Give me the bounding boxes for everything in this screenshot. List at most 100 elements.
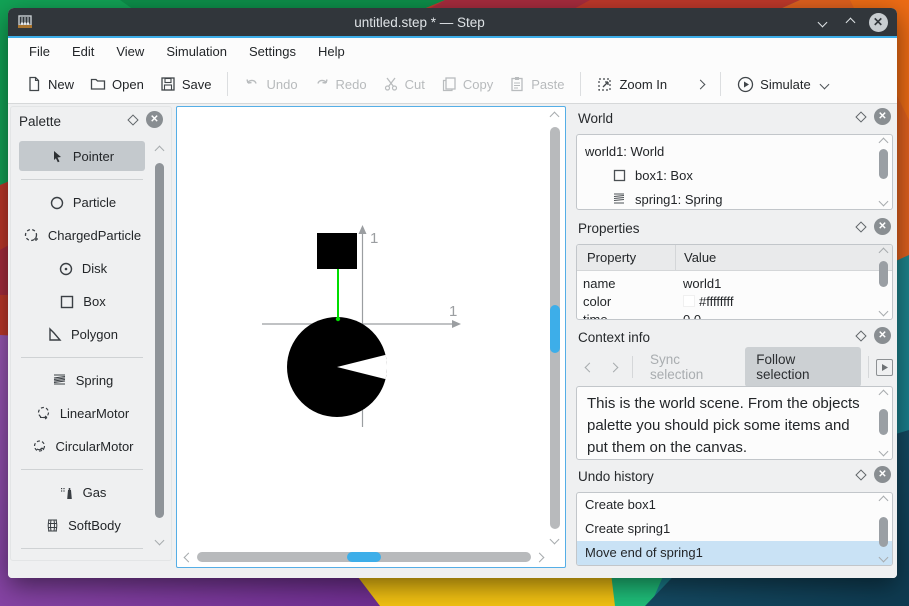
paste-button[interactable]: Paste bbox=[501, 71, 572, 97]
scroll-down-icon[interactable] bbox=[549, 534, 560, 545]
undo-item-move-end-of-spring1[interactable]: Move end of spring1 bbox=[577, 541, 892, 565]
menu-view[interactable]: View bbox=[105, 38, 155, 65]
overflow-chevron-icon bbox=[695, 79, 706, 89]
scroll-up-icon[interactable] bbox=[878, 247, 888, 258]
save-button[interactable]: Save bbox=[152, 71, 220, 97]
undo-scrollbar[interactable] bbox=[876, 495, 890, 563]
softbody-icon bbox=[43, 517, 61, 535]
tree-item-spring1[interactable]: spring1: Spring bbox=[585, 187, 892, 209]
palette-panel: Palette ✕ Pointer Particle ChargedPartic… bbox=[10, 106, 172, 561]
cut-scissors-icon bbox=[384, 77, 397, 91]
column-property[interactable]: Property bbox=[577, 250, 675, 265]
scroll-up-icon[interactable] bbox=[878, 495, 888, 506]
scroll-up-icon[interactable] bbox=[549, 111, 560, 122]
properties-close-button[interactable]: ✕ bbox=[874, 218, 891, 235]
palette-item-softbody[interactable]: SoftBody bbox=[17, 509, 147, 542]
world-scroll-thumb[interactable] bbox=[878, 149, 888, 179]
palette-item-pointer[interactable]: Pointer bbox=[19, 141, 145, 171]
palette-item-polygon[interactable]: Polygon bbox=[17, 318, 147, 351]
y-axis-tick-label: 1 bbox=[370, 230, 378, 247]
open-in-browser-button[interactable] bbox=[876, 358, 893, 376]
palette-close-button[interactable]: ✕ bbox=[146, 111, 163, 128]
scene-drawing: 1 1 bbox=[262, 225, 461, 427]
undo-scroll-thumb[interactable] bbox=[878, 517, 888, 547]
column-value[interactable]: Value bbox=[675, 245, 892, 271]
open-button[interactable]: Open bbox=[82, 71, 152, 97]
minimize-button[interactable] bbox=[811, 11, 833, 33]
charged-particle-icon bbox=[23, 227, 41, 245]
close-button[interactable]: ✕ bbox=[867, 11, 889, 33]
canvas-vscroll-thumb[interactable] bbox=[550, 305, 560, 353]
tree-item-box1[interactable]: box1: Box bbox=[585, 163, 892, 187]
redo-button[interactable]: Redo bbox=[306, 71, 375, 97]
scroll-up-icon[interactable] bbox=[878, 137, 888, 148]
property-row-time[interactable]: time 0.0 bbox=[577, 310, 892, 320]
toolbar-separator bbox=[580, 72, 582, 96]
canvas-hscroll-track[interactable] bbox=[197, 552, 531, 562]
scroll-right-icon[interactable] bbox=[534, 552, 545, 563]
simulate-dropdown-button[interactable] bbox=[819, 76, 836, 93]
world-close-button[interactable]: ✕ bbox=[874, 108, 891, 125]
copy-button[interactable]: Copy bbox=[433, 71, 501, 97]
scroll-up-icon[interactable] bbox=[878, 389, 888, 400]
canvas-vscrollbar[interactable] bbox=[549, 111, 562, 545]
canvas-hscroll-thumb[interactable] bbox=[347, 552, 381, 562]
scene-canvas[interactable]: 1 1 bbox=[176, 106, 566, 568]
properties-scroll-thumb[interactable] bbox=[878, 261, 888, 287]
float-panel-icon[interactable] bbox=[855, 220, 867, 233]
palette-item-circular-motor[interactable]: CircularMotor bbox=[17, 430, 147, 463]
history-back-button[interactable] bbox=[578, 362, 602, 372]
canvas-vscroll-track[interactable] bbox=[550, 127, 560, 529]
menu-simulation[interactable]: Simulation bbox=[155, 38, 238, 65]
context-scrollbar[interactable] bbox=[876, 389, 890, 457]
toolbar-overflow-button[interactable] bbox=[689, 76, 712, 93]
palette-item-disk[interactable]: Disk bbox=[17, 252, 147, 285]
scroll-down-icon[interactable] bbox=[154, 535, 165, 546]
undo-item-create-box1[interactable]: Create box1 bbox=[577, 493, 892, 517]
context-scroll-thumb[interactable] bbox=[878, 409, 888, 435]
maximize-button[interactable] bbox=[839, 11, 861, 33]
undo-item-create-spring1[interactable]: Create spring1 bbox=[577, 517, 892, 541]
palette-item-linear-motor[interactable]: LinearMotor bbox=[17, 397, 147, 430]
menu-file[interactable]: File bbox=[18, 38, 61, 65]
menu-edit[interactable]: Edit bbox=[61, 38, 105, 65]
tree-item-world1[interactable]: world1: World bbox=[585, 139, 892, 163]
history-forward-button[interactable] bbox=[602, 362, 626, 372]
titlebar[interactable]: untitled.step * — Step ✕ bbox=[8, 8, 897, 36]
scroll-down-icon[interactable] bbox=[878, 306, 888, 317]
scroll-down-icon[interactable] bbox=[878, 552, 888, 563]
float-panel-icon[interactable] bbox=[855, 329, 867, 342]
palette-item-box[interactable]: Box bbox=[17, 285, 147, 318]
scroll-left-icon[interactable] bbox=[183, 552, 194, 563]
separator bbox=[21, 357, 143, 358]
simulate-button[interactable]: Simulate bbox=[729, 71, 819, 98]
scroll-up-icon[interactable] bbox=[154, 145, 165, 156]
properties-scrollbar[interactable] bbox=[876, 247, 890, 317]
new-button[interactable]: New bbox=[18, 71, 82, 97]
zoom-in-button[interactable]: Zoom In bbox=[589, 71, 675, 97]
float-panel-icon[interactable] bbox=[127, 113, 139, 126]
palette-scrollbar[interactable] bbox=[153, 141, 167, 552]
property-row-color[interactable]: color #ffffffff bbox=[577, 292, 892, 310]
context-close-button[interactable]: ✕ bbox=[874, 327, 891, 344]
sync-selection-button[interactable]: Sync selection bbox=[640, 352, 745, 382]
follow-selection-button[interactable]: Follow selection bbox=[745, 347, 862, 387]
scroll-down-icon[interactable] bbox=[878, 446, 888, 457]
palette-item-particle[interactable]: Particle bbox=[17, 186, 147, 219]
menu-settings[interactable]: Settings bbox=[238, 38, 307, 65]
cut-button[interactable]: Cut bbox=[375, 71, 433, 97]
float-panel-icon[interactable] bbox=[855, 110, 867, 123]
menu-help[interactable]: Help bbox=[307, 38, 356, 65]
palette-scroll-thumb[interactable] bbox=[155, 163, 164, 518]
palette-item-spring[interactable]: Spring bbox=[17, 364, 147, 397]
canvas-hscrollbar[interactable] bbox=[183, 551, 545, 564]
scroll-down-icon[interactable] bbox=[878, 196, 888, 207]
palette-item-gas[interactable]: Gas bbox=[17, 476, 147, 509]
float-panel-icon[interactable] bbox=[855, 468, 867, 481]
undo-button[interactable]: Undo bbox=[236, 71, 305, 97]
world-scrollbar[interactable] bbox=[876, 137, 890, 207]
palette-item-charged-particle[interactable]: ChargedParticle bbox=[17, 219, 147, 252]
undo-close-button[interactable]: ✕ bbox=[874, 466, 891, 483]
property-row-name[interactable]: name world1 bbox=[577, 274, 892, 292]
redo-icon bbox=[316, 79, 328, 84]
